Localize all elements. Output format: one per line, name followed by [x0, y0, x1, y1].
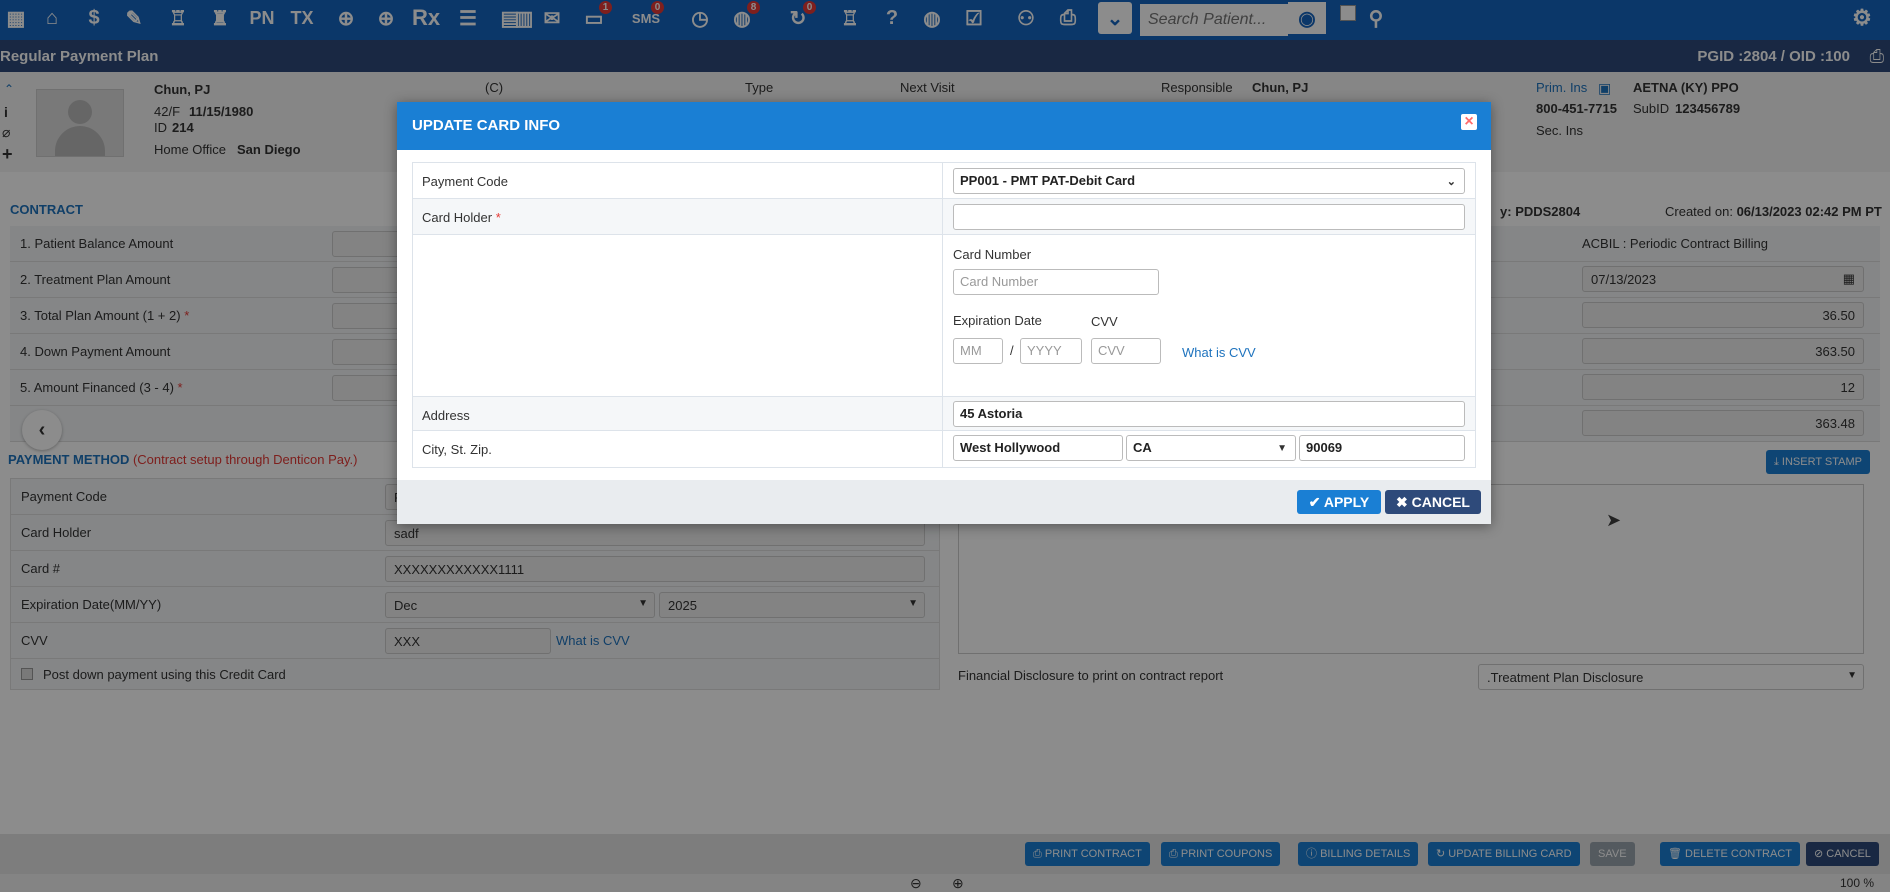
form-row: Address 45 Astoria: [413, 397, 1475, 431]
dialog-title: UPDATE CARD INFO: [412, 117, 561, 134]
form-row: Payment Code PP001 - PMT PAT-Debit Card …: [413, 163, 1475, 199]
card-form-table: Payment Code PP001 - PMT PAT-Debit Card …: [412, 162, 1476, 468]
cvv-input[interactable]: CVV: [1091, 338, 1161, 364]
chevron-down-icon: ⌄: [1446, 176, 1456, 188]
address-label: Address: [413, 397, 943, 430]
cvv-label: CVV: [1091, 314, 1118, 329]
apply-label: APPLY: [1323, 494, 1370, 510]
exp-year-input[interactable]: YYYY: [1020, 338, 1082, 364]
chevron-down-icon: ▼: [1277, 443, 1287, 454]
apply-button[interactable]: ✔ APPLY: [1297, 490, 1381, 514]
form-row: Card Number Card Number Expiration Date …: [413, 235, 1475, 397]
form-row: Card Holder *: [413, 199, 1475, 235]
card-holder-label: Card Holder *: [413, 199, 943, 234]
dialog-footer: ✔ APPLY ✖ CANCEL: [397, 480, 1491, 524]
cancel-label: CANCEL: [1411, 494, 1470, 510]
address-input[interactable]: 45 Astoria: [953, 401, 1465, 427]
cancel-button[interactable]: ✖ CANCEL: [1385, 490, 1481, 514]
dialog-header: UPDATE CARD INFO ×: [397, 102, 1491, 150]
zip-input[interactable]: 90069: [1299, 435, 1465, 461]
form-row: City, St. Zip. West Hollywood CA ▼ 90069: [413, 431, 1475, 467]
expiration-date-label: Expiration Date: [953, 313, 1042, 328]
city-state-zip-label: City, St. Zip.: [413, 431, 943, 467]
payment-code-select[interactable]: PP001 - PMT PAT-Debit Card ⌄: [953, 168, 1465, 194]
card-number-label: Card Number: [953, 247, 1032, 262]
date-separator: /: [1010, 343, 1014, 358]
payment-code-label: Payment Code: [413, 163, 943, 198]
exp-year-placeholder: YYYY: [1027, 343, 1062, 358]
required-marker: *: [495, 210, 501, 225]
card-number-placeholder: Card Number: [960, 274, 1039, 289]
card-holder-input[interactable]: [953, 204, 1465, 230]
card-number-input[interactable]: Card Number: [953, 269, 1159, 295]
mouse-cursor-icon: ➤: [1606, 510, 1622, 530]
payment-code-value: PP001 - PMT PAT-Debit Card: [960, 173, 1136, 188]
exp-month-placeholder: MM: [960, 343, 982, 358]
state-value: CA: [1133, 440, 1152, 455]
update-card-info-dialog: UPDATE CARD INFO × Payment Code PP001 - …: [397, 102, 1491, 524]
state-select[interactable]: CA ▼: [1126, 435, 1296, 461]
exp-month-input[interactable]: MM: [953, 338, 1003, 364]
card-holder-label-text: Card Holder: [422, 210, 493, 225]
cvv-placeholder: CVV: [1098, 343, 1125, 358]
close-icon[interactable]: ×: [1461, 114, 1477, 130]
city-input[interactable]: West Hollywood: [953, 435, 1123, 461]
card-details-empty-label: [413, 235, 943, 396]
what-is-cvv-link[interactable]: What is CVV: [1182, 345, 1256, 360]
